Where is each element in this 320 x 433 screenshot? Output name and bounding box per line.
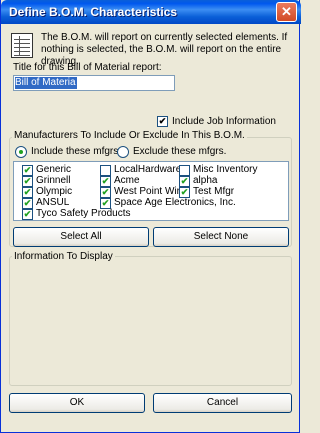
mfgr-checkbox[interactable] [100,165,111,176]
window-title: Define B.O.M. Characteristics [9,5,178,19]
mfgr-checkbox[interactable] [100,176,111,187]
mfgr-label: ANSUL [36,197,70,208]
mfgr-checkbox[interactable] [22,198,33,209]
mfgr-label: Acme [114,175,140,186]
exclude-radio-label: Exclude these mfgrs. [133,146,227,157]
mfgr-checkbox[interactable] [22,165,33,176]
select-all-button[interactable]: Select All [13,227,149,247]
include-job-label: Include Job Information [172,116,276,127]
title-bar[interactable]: Define B.O.M. Characteristics ✕ [1,0,301,24]
manufacturers-group-label: Manufacturers To Include Or Exclude In T… [12,130,247,141]
mfgr-label: Test Mfgr [193,186,235,197]
mfgr-label: Olympic [36,186,73,197]
dialog-window: Define B.O.M. Characteristics ✕ The B.O.… [0,0,301,433]
mfgr-label: Tyco Safety Products [36,208,131,219]
mfgr-checkbox[interactable] [22,176,33,187]
include-radio[interactable] [15,146,27,158]
mfgr-label: Space Age Electronics, Inc. [114,197,236,208]
mfgr-label: West Point Wire [114,186,186,197]
document-table-icon [11,33,33,58]
mfgr-label: Grinnell [36,175,71,186]
include-job-checkbox[interactable] [157,116,168,127]
cancel-button[interactable]: Cancel [153,393,292,413]
mfgr-checkbox[interactable] [22,187,33,198]
mfgr-label: LocalHardware [114,164,182,175]
manufacturers-list[interactable]: Generic LocalHardware Misc Inventory Gri… [13,161,289,221]
mfgr-checkbox[interactable] [179,165,190,176]
report-title-value: Bill of Materia [15,77,77,89]
mfgr-checkbox[interactable] [22,209,33,220]
include-radio-label: Include these mfgrs. [31,146,122,157]
report-title-input[interactable]: Bill of Materia [13,75,175,91]
close-button[interactable]: ✕ [276,2,297,22]
information-group [9,256,292,386]
information-group-label: Information To Display [12,251,115,262]
mfgr-label: Generic [36,164,72,175]
mfgr-checkbox[interactable] [100,187,111,198]
mfgr-label: alpha [193,175,218,186]
exclude-radio[interactable] [117,146,129,158]
select-none-button[interactable]: Select None [153,227,289,247]
ok-button[interactable]: OK [9,393,145,413]
mfgr-label: Misc Inventory [193,164,258,175]
report-title-label: Title for this Bill of Material report: [13,62,162,73]
